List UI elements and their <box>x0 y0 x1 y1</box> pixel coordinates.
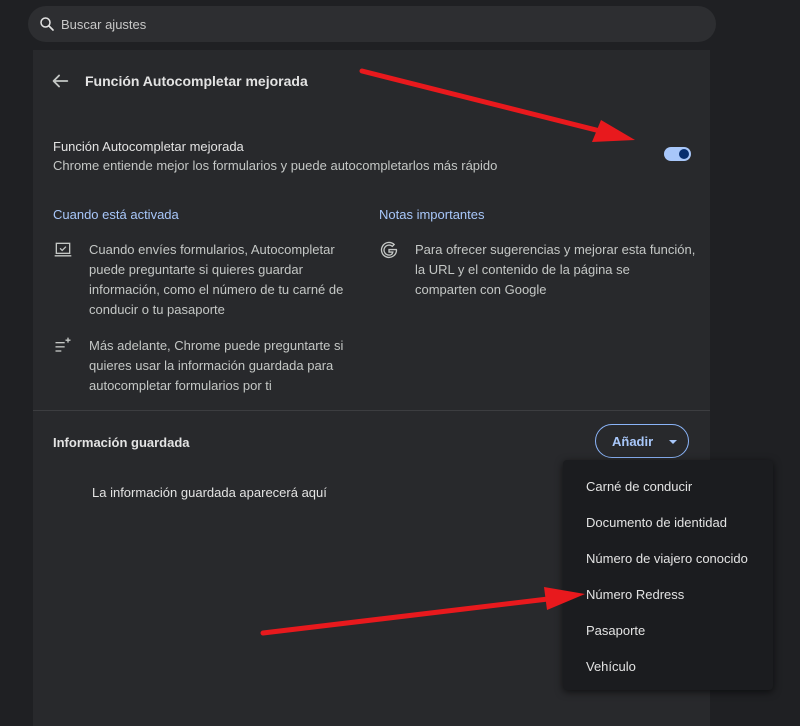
menu-item-label: Número Redress <box>586 587 685 602</box>
notes-item-1: Para ofrecer sugerencias y mejorar esta … <box>415 242 696 297</box>
menu-item-drivers-license[interactable]: Carné de conducir <box>563 468 773 504</box>
when-active-heading: Cuando está activada <box>53 207 179 222</box>
when-active-item-2: Más adelante, Chrome puede preguntarte s… <box>89 338 344 393</box>
setting-title: Función Autocompletar mejorada <box>53 139 244 154</box>
toggle-knob <box>679 149 689 159</box>
back-arrow-icon[interactable] <box>49 70 71 92</box>
google-g-icon <box>380 241 398 259</box>
section-divider <box>33 410 710 411</box>
menu-item-passport[interactable]: Pasaporte <box>563 612 773 648</box>
list-sparkle-icon <box>55 337 71 352</box>
menu-item-label: Documento de identidad <box>586 515 727 530</box>
saved-info-title: Información guardada <box>53 435 190 450</box>
menu-item-vehicle[interactable]: Vehículo <box>563 648 773 684</box>
menu-item-redress-number[interactable]: Número Redress <box>563 576 773 612</box>
search-icon <box>40 17 54 31</box>
menu-item-known-traveler-number[interactable]: Número de viajero conocido <box>563 540 773 576</box>
add-button[interactable]: Añadir <box>595 424 689 458</box>
setting-description: Chrome entiende mejor los formularios y … <box>53 158 498 173</box>
empty-message: La información guardada aparecerá aquí <box>92 485 327 500</box>
menu-item-label: Carné de conducir <box>586 479 693 494</box>
add-dropdown-menu: Carné de conducir Documento de identidad… <box>563 460 773 690</box>
menu-item-label: Pasaporte <box>586 623 646 638</box>
search-box[interactable] <box>28 6 716 42</box>
when-active-item-1: Cuando envíes formularios, Autocompletar… <box>89 242 344 317</box>
laptop-check-icon <box>54 242 72 257</box>
top-bar <box>0 0 800 50</box>
page-title: Función Autocompletar mejorada <box>85 73 308 89</box>
caret-down-icon <box>669 440 677 444</box>
notes-heading: Notas importantes <box>379 207 485 222</box>
add-button-label: Añadir <box>612 434 654 449</box>
menu-item-label: Vehículo <box>586 659 636 674</box>
search-input[interactable] <box>61 6 701 42</box>
menu-item-identity-document[interactable]: Documento de identidad <box>563 504 773 540</box>
menu-item-label: Número de viajero conocido <box>586 551 748 566</box>
autofill-toggle[interactable] <box>664 147 691 161</box>
